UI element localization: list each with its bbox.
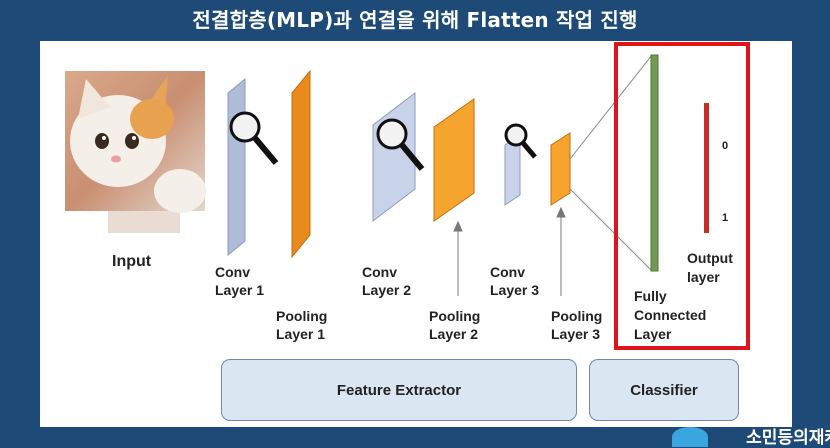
pooling-layer-1 [291,69,311,259]
conv-layer-1 [227,77,246,257]
conv-layer-1-label: Conv Layer 1 [215,264,265,298]
pointer-arrow [556,206,566,296]
conv-layer-2-label: Conv Layer 2 [362,264,412,298]
classifier-box: Classifier [589,359,739,421]
logo-icon [672,427,708,447]
pointer-arrow [453,220,463,296]
slide-title: 전결합층(MLP)과 연결을 위해 Flatten 작업 진행 [192,8,638,32]
pooling-layer-3-label: Pooling Layer 3 [551,308,603,342]
input-image [65,71,206,233]
pooling-layer-2 [433,98,475,222]
footer-brand: 소민등의재캐 [746,428,830,448]
pooling-layer-1-label: Pooling Layer 1 [276,308,328,342]
input-label: Input [112,253,152,270]
fc-highlight-box [614,42,750,350]
conv-layer-3-label: Conv Layer 3 [490,264,540,298]
feature-extractor-box: Feature Extractor [221,359,577,421]
pooling-layer-3 [550,132,571,206]
pooling-layer-2-label: Pooling Layer 2 [429,308,481,342]
